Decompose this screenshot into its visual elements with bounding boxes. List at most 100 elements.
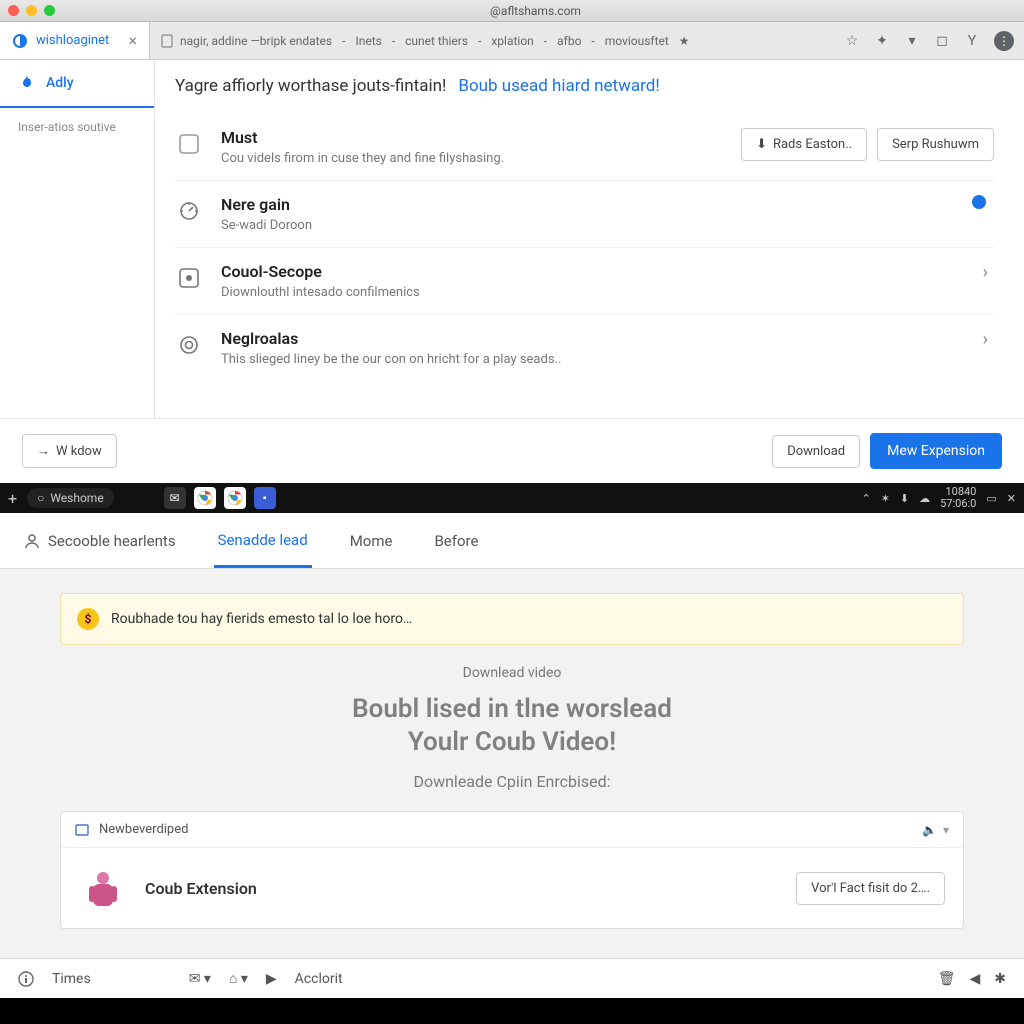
coin-icon: $ [77,608,99,630]
breadcrumb-item[interactable]: xplation [491,34,533,48]
play-icon[interactable]: ▶ [266,971,277,987]
browser-tab[interactable]: wishloaginet × [0,22,150,59]
home-icon[interactable]: ⌂ ▾ [229,970,248,987]
mail-icon[interactable]: ✉ ▾ [189,971,211,987]
download-label: Downlead video [60,665,964,681]
gauge-icon [175,197,203,225]
content: Yagre affiorly worthase jouts-fintain! B… [155,60,1024,418]
serp-rushuwm-button[interactable]: Serp Rushuwm [877,128,994,161]
chevron-right-icon: › [977,329,994,350]
tab-senadde[interactable]: Senadde lead [214,515,312,568]
sound-icon[interactable]: 🔈 [922,823,937,837]
app-icon[interactable]: ▪ [254,487,276,509]
breadcrumb: nagir, addine —bripk endates- Inets- cun… [180,34,690,48]
list-item[interactable]: Couol-Secope Diownlouthl intesado confil… [175,248,994,315]
bottom-strip [0,998,1024,1024]
tab-label: Secooble hearlents [48,532,176,550]
star-icon[interactable]: ★ [679,34,690,48]
tab-title: wishloaginet [36,33,120,48]
checkbox-icon[interactable] [175,130,203,158]
sidebar-subtext[interactable]: Inser-atios soutive [0,108,154,146]
list-item-title: Nere gain [221,195,954,214]
sidebar-item-adly[interactable]: Adly [0,60,154,108]
close-icon[interactable] [8,5,19,16]
tray-icon[interactable]: ☁ [919,492,930,505]
window-titlebar: @afltshams.com [0,0,1024,22]
tab-before[interactable]: Before [430,516,482,566]
extensions-icon[interactable]: ✦ [874,33,890,49]
card-title: Coub Extension [145,879,778,898]
list-item-title: Must [221,128,723,147]
tray-icon[interactable]: ⌃ [861,492,870,505]
breadcrumb-item[interactable]: nagir, addine —bripk endates [180,34,332,48]
window-icon[interactable]: ◻ [934,33,950,49]
tab-label: Before [434,532,478,550]
close-icon[interactable]: ✕ [1007,492,1016,505]
page-icon [160,34,174,48]
rads-easton-button[interactable]: ⬇Rads Easton.. [741,128,867,161]
extension-card: Newbeverdiped 🔈 ▾ Coub Extension Vor'l F… [60,811,964,929]
tab-label: Senadde lead [218,531,308,549]
card-head-label: Newbeverdiped [99,822,188,837]
status-label: Times [52,971,91,987]
heading-secondary[interactable]: Boub usead hiard netward! [458,76,659,96]
mail-icon[interactable]: ✉ [164,487,186,509]
maximize-icon[interactable] [44,5,55,16]
wkdow-button[interactable]: →W kdow [22,434,117,468]
toolbar-right: ☆ ✦ ▾ ◻ Y ⋮ [844,22,1024,59]
tab-close-icon[interactable]: × [128,31,137,50]
breadcrumb-item[interactable]: moviousftet [605,34,669,48]
breadcrumb-item[interactable]: Inets [355,34,381,48]
tray-icon[interactable]: ✶ [881,492,890,505]
list-item[interactable]: Neglroalas This slieged liney be the our… [175,315,994,381]
bookmark-icon[interactable]: ☆ [844,33,860,49]
list-item: Must Cou videls firom in cuse they and f… [175,114,994,181]
sidebar-item-label: Adly [46,75,74,91]
radio-icon [175,331,203,359]
tray-icon[interactable]: ⬇ [900,492,909,505]
breadcrumb-item[interactable]: cunet thiers [405,34,468,48]
notification-dot-icon [972,195,986,209]
list-item-title: Couol-Secope [221,262,959,281]
taskbar-search[interactable]: ○ Weshome [27,488,114,508]
status-bar: Times ✉ ▾ ⌂ ▾ ▶ Acclorit 🗑 ◀ ✱ [0,958,1024,998]
avatar [79,864,127,912]
clock-date: 57:06:0 [940,498,976,510]
menu-icon[interactable]: ⋮ [994,31,1014,51]
play-icon[interactable]: ◀ [969,971,980,987]
alert-text: Roubhade tou hay fierids emesto tal lo l… [111,611,412,627]
trash-icon[interactable]: 🗑 [938,971,956,987]
tab-mome[interactable]: Mome [346,516,397,566]
list-item-desc: Diownlouthl intesado confilmenics [221,285,959,300]
mew-expension-button[interactable]: Mew Expension [870,433,1002,469]
puzzle-icon[interactable]: ✱ [994,971,1006,987]
minimize-icon[interactable] [26,5,37,16]
person-icon [24,533,40,549]
list-item-desc: Cou videls firom in cuse they and fine f… [221,151,723,166]
footer-actions: →W kdow Download Mew Expension [0,418,1024,483]
list-item-desc: This slieged liney be the our con on hri… [221,352,959,367]
download-button[interactable]: Download [772,435,860,468]
breadcrumb-item[interactable]: afbo [557,34,581,48]
info-icon[interactable] [18,971,34,987]
card-icon [75,823,89,837]
battery-icon[interactable]: ▭ [986,492,996,505]
list-item-title: Neglroalas [221,329,959,348]
profile-icon[interactable]: Y [964,33,980,49]
chrome-icon[interactable] [194,487,216,509]
chevron-down-icon[interactable]: ▾ [943,823,949,837]
target-icon [175,264,203,292]
new-tab-icon[interactable]: + [8,489,17,508]
tab-favicon [12,33,28,49]
traffic-lights [8,5,55,16]
card-action-button[interactable]: Vor'l Fact fisit do 2…. [796,872,945,905]
tab-secooble[interactable]: Secooble hearlents [20,516,180,566]
list-item: Nere gain Se-wadi Doroon [175,181,994,248]
window-title: @afltshams.com [55,4,1016,18]
download-icon: ⬇ [756,137,767,152]
status-acc[interactable]: Acclorit [295,971,343,987]
address-bar[interactable]: nagir, addine —bripk endates- Inets- cun… [150,22,844,59]
chevron-down-icon[interactable]: ▾ [904,33,920,49]
chrome-icon[interactable] [224,487,246,509]
secondary-tabs: Secooble hearlents Senadde lead Mome Bef… [0,513,1024,569]
